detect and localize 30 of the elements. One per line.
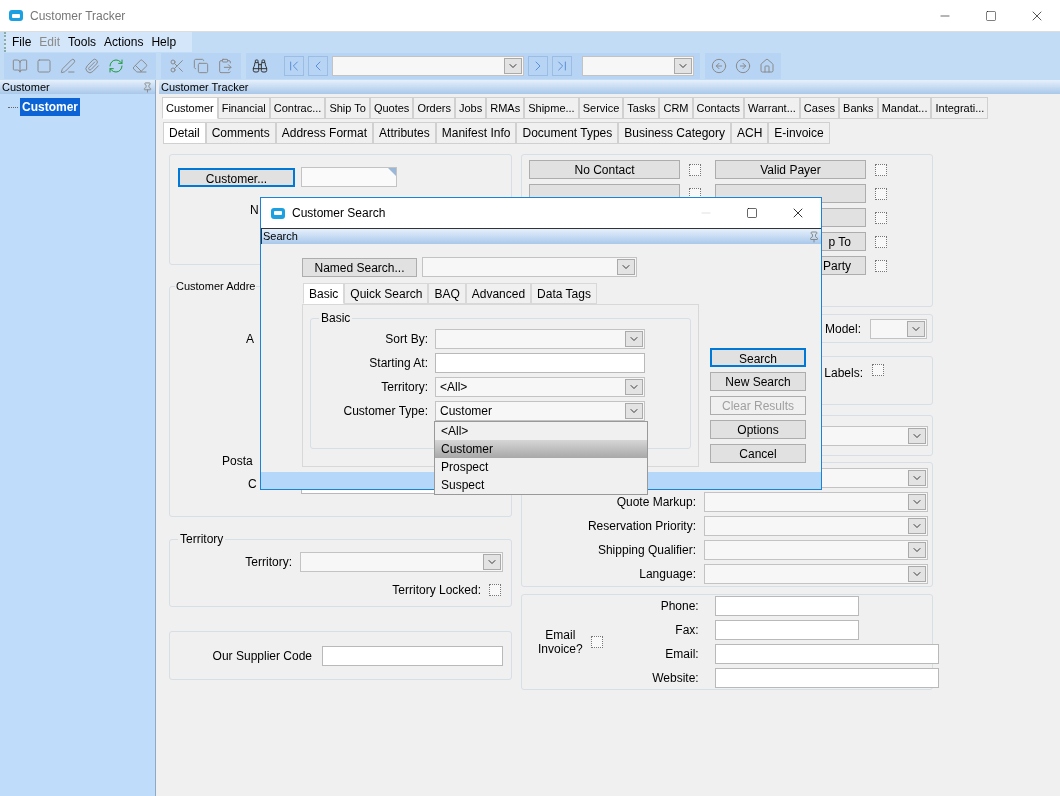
field-label: A	[246, 330, 254, 348]
field-label: Posta	[222, 452, 253, 470]
field-label: Customer Type:	[342, 403, 428, 420]
field-label: Shipping Qualifier:	[597, 542, 696, 559]
field-label: Phone:	[659, 598, 699, 615]
field-label: Quote Markup:	[616, 494, 696, 511]
field-label: Email:	[664, 646, 699, 663]
field-label: C	[248, 475, 257, 493]
field-label: Our Supplier Code	[211, 647, 312, 665]
window-title: Customer Tracker	[30, 7, 126, 25]
field-label: Model:	[824, 320, 861, 338]
panel-title: Customer	[2, 81, 50, 93]
field-label: N	[250, 202, 259, 219]
field-label: Fax:	[674, 622, 699, 639]
field-label: Website:	[651, 670, 699, 687]
group-title: Customer Addre	[175, 279, 257, 294]
panel-title: Search	[263, 231, 298, 242]
panel-title: Customer Tracker	[161, 81, 249, 93]
group-title: Basic	[320, 310, 352, 327]
field-label: Language:	[639, 566, 696, 583]
group-title: Territory	[179, 531, 225, 548]
dialog-title: Customer Search	[292, 205, 386, 222]
field-label: Territory Locked:	[391, 582, 481, 599]
field-label: Sort By:	[384, 331, 428, 348]
field-label: Labels:	[824, 365, 863, 382]
field-label: Territory:	[244, 554, 292, 571]
field-label: Starting At:	[368, 355, 428, 372]
field-label: Territory:	[380, 379, 428, 396]
field-label: Reservation Priority:	[587, 518, 696, 535]
field-label: Email Invoice?	[538, 628, 583, 656]
